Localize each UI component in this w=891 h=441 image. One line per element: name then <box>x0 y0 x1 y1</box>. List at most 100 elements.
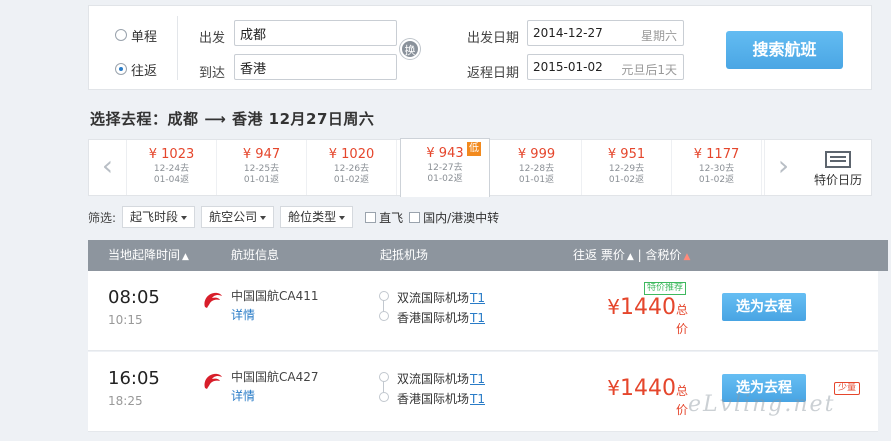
date-depart: 12-29去 <box>608 164 645 174</box>
date-strip: ‹ ¥ 1023 12-24去 01-04返 ¥ 947 12-25去 01-0… <box>88 138 872 197</box>
search-panel: 单程 往返 出发 成都 到达 香港 换 出发日期 2014-12-27 星期六 … <box>88 5 872 90</box>
trip-type-group: 单程 往返 <box>115 24 157 92</box>
date-cell[interactable]: ¥ 1177 12-30去 01-02返 <box>672 140 762 195</box>
results-header: 当地起降时间 ▲ 航班信息 起抵机场 往返 票价 ▲ | 含税价 ▲ <box>88 240 888 271</box>
flight-code: CA411 <box>279 289 319 303</box>
sort-up-icon: ▲ <box>626 252 634 262</box>
from-city-input[interactable]: 成都 <box>234 20 397 46</box>
filter-bar: 筛选: 起飞时段 航空公司 舱位类型 直飞 国内/港澳中转 <box>88 206 499 228</box>
col-airport-header: 起抵机场 <box>380 248 429 262</box>
date-cell[interactable]: ¥ 947 12-25去 01-01返 <box>217 140 307 195</box>
departure-time-dropdown[interactable]: 起飞时段 <box>122 206 196 228</box>
round-trip-radio[interactable] <box>115 63 127 75</box>
air-china-logo-icon <box>204 373 222 389</box>
select-outbound-button[interactable]: 选为去程 <box>722 293 806 321</box>
date-depart: 12-30去 <box>698 164 735 174</box>
lowest-price-tag: 低 <box>467 142 481 156</box>
departure-time: 16:05 <box>108 368 160 389</box>
divider <box>177 16 178 80</box>
return-date-value: 2015-01-02 <box>533 60 603 74</box>
checkbox-box[interactable] <box>409 211 421 223</box>
air-china-logo-icon <box>204 292 222 308</box>
flight-details-link[interactable]: 详情 <box>231 387 255 404</box>
date-return: 01-02返 <box>608 175 645 185</box>
cabin-label: 舱位类型 <box>288 210 337 224</box>
swap-cities-button[interactable]: 换 <box>400 39 420 59</box>
depart-weekday: 星期六 <box>640 29 677 43</box>
direct-checkbox[interactable]: 直飞 <box>365 209 403 226</box>
date-depart: 12-25去 <box>243 164 280 174</box>
sort-by-price[interactable]: 往返 票价 ▲ | 含税价 ▲ <box>573 240 690 273</box>
price-calendar-label: 特价日历 <box>813 173 862 187</box>
one-way-label: 单程 <box>131 29 158 45</box>
depart-date-label: 出发日期 <box>467 31 520 46</box>
departure-airport: 双流国际机场T1 <box>397 372 485 386</box>
date-cell[interactable]: ¥ 951 12-29去 01-02返 <box>582 140 672 195</box>
date-price: ¥ 1023 <box>148 147 195 162</box>
terminal-link[interactable]: T1 <box>470 392 485 406</box>
date-price: ¥ 999 <box>517 147 556 162</box>
date-return: 01-02返 <box>698 175 735 185</box>
departure-airport: 双流国际机场T1 <box>397 291 485 305</box>
date-price: ¥ 951 <box>607 147 646 162</box>
direct-label: 直飞 <box>379 210 404 225</box>
date-cell[interactable]: ¥ 1020 12-26去 01-02返 <box>307 140 397 195</box>
airline-label: 航空公司 <box>209 210 258 224</box>
round-trip-option[interactable]: 往返 <box>115 58 157 80</box>
arrival-time: 18:25 <box>108 394 143 408</box>
sort-up-icon: ▲ <box>683 252 691 262</box>
date-return: 01-02返 <box>333 175 370 185</box>
route-title: 选择去程：成都 ⟶ 香港 12月27日周六 <box>90 110 375 128</box>
col-tax-label: 含税价 <box>645 248 682 262</box>
airline-name: 中国国航CA411 <box>231 289 319 303</box>
flight-code: CA427 <box>279 370 319 384</box>
total-price: ¥1440总价 <box>607 376 688 417</box>
to-label: 到达 <box>199 66 226 81</box>
checkbox-box[interactable] <box>365 211 377 223</box>
col-price-label: 往返 票价 <box>573 248 625 262</box>
price-calendar-button[interactable]: 特价日历 <box>804 140 872 195</box>
prev-dates-arrow-icon[interactable]: ‹ <box>89 140 127 195</box>
return-date-input[interactable]: 2015-01-02 元旦后1天 <box>527 54 684 80</box>
route-line-icon <box>379 291 389 321</box>
date-price: ¥ 947 <box>242 147 281 162</box>
date-depart: 12-28去 <box>518 164 555 174</box>
calendar-icon <box>825 151 851 168</box>
arrival-time: 10:15 <box>108 313 143 327</box>
date-cell-selected[interactable]: ¥ 943 12-27去 01-02返 低 <box>400 138 490 197</box>
date-cell[interactable]: ¥ 1023 12-24去 01-04返 <box>127 140 217 195</box>
date-return: 01-01返 <box>518 175 555 185</box>
special-recommend-badge: 特价推荐 <box>644 282 687 295</box>
return-date-label: 返程日期 <box>467 66 520 81</box>
chevron-down-icon <box>339 215 346 220</box>
one-way-option[interactable]: 单程 <box>115 24 157 46</box>
airline-name: 中国国航CA427 <box>231 370 319 384</box>
total-price: ¥1440总价 <box>607 295 688 336</box>
chevron-down-icon <box>260 215 267 220</box>
sort-by-time[interactable]: 当地起降时间 ▲ <box>108 240 189 273</box>
col-flight-header: 航班信息 <box>231 248 280 262</box>
date-return: 01-04返 <box>153 175 190 185</box>
flight-row: 08:05 10:15 中国国航CA411 详情 双流国际机场T1 香港国际机场… <box>88 271 878 351</box>
depart-date-input[interactable]: 2014-12-27 星期六 <box>527 20 684 46</box>
flight-details-link[interactable]: 详情 <box>231 306 255 323</box>
date-depart: 12-26去 <box>333 164 370 174</box>
to-city-input[interactable]: 香港 <box>234 54 397 80</box>
depart-date-value: 2014-12-27 <box>533 26 603 40</box>
departure-time: 08:05 <box>108 287 160 308</box>
terminal-link[interactable]: T1 <box>470 311 485 325</box>
cabin-dropdown[interactable]: 舱位类型 <box>280 206 354 228</box>
round-trip-label: 往返 <box>131 63 158 79</box>
terminal-link[interactable]: T1 <box>470 372 485 386</box>
date-cell[interactable]: ¥ 999 12-28去 01-01返 <box>492 140 582 195</box>
one-way-radio[interactable] <box>115 29 127 41</box>
chevron-down-icon <box>181 215 188 220</box>
transit-checkbox[interactable]: 国内/港澳中转 <box>409 209 499 226</box>
date-price: ¥ 1177 <box>693 147 740 162</box>
search-flights-button[interactable]: 搜索航班 <box>726 31 843 69</box>
next-dates-arrow-icon[interactable]: › <box>764 140 802 195</box>
transit-label: 国内/港澳中转 <box>423 210 500 225</box>
terminal-link[interactable]: T1 <box>470 291 485 305</box>
airline-dropdown[interactable]: 航空公司 <box>201 206 275 228</box>
from-label: 出发 <box>199 31 226 46</box>
